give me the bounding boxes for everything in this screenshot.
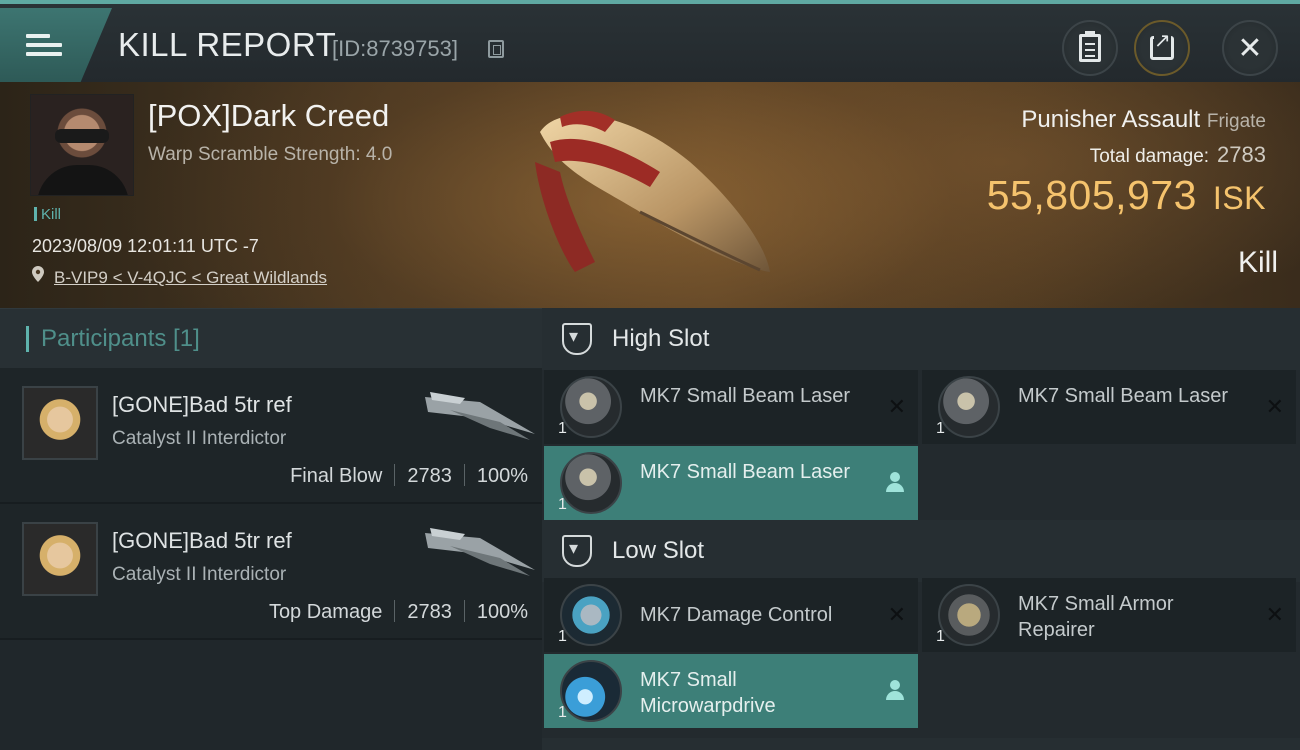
kill-tag: Kill [34, 206, 61, 223]
total-damage-label: Total damage: [1089, 146, 1210, 167]
participant-percent: 100% [476, 465, 528, 487]
victim-banner: [POX]Dark Creed Warp Scramble Strength: … [0, 82, 1300, 308]
menu-button[interactable] [0, 8, 112, 82]
isk-amount: 55,805,973 [986, 172, 1197, 218]
location-pin-icon [32, 266, 44, 282]
report-id: [ID:8739753] [332, 36, 458, 61]
participant-damage: 2783 [407, 601, 452, 623]
beam-laser-icon [560, 452, 622, 514]
share-icon [1150, 31, 1174, 60]
participant-row[interactable]: [GONE]Bad 5tr ref Catalyst II Interdicto… [0, 368, 542, 504]
mid-slot-header-partial [542, 738, 1300, 750]
participant-stats: Top Damage 2783 100% [269, 600, 528, 624]
fitting-panel: High Slot 1 MK7 Small Beam Laser ✕ 1 MK7… [542, 308, 1300, 750]
high-slot-header: High Slot [542, 308, 1300, 370]
victim-ship-image[interactable] [520, 92, 780, 292]
isk-value: 55,805,973 ISK [987, 172, 1266, 219]
destroyed-icon: ✕ [1265, 602, 1284, 627]
close-icon: ✕ [1237, 31, 1263, 65]
close-button[interactable]: ✕ [1222, 20, 1278, 76]
damage-control-icon [560, 584, 622, 646]
victim-name[interactable]: [POX]Dark Creed [148, 98, 389, 134]
participant-stats: Final Blow 2783 100% [290, 464, 528, 488]
participant-name: [GONE]Bad 5tr ref [112, 528, 292, 553]
isk-unit: ISK [1212, 180, 1266, 216]
ship-name: Punisher Assault [1021, 106, 1201, 133]
module-name: MK7 Small Beam Laser [640, 461, 851, 483]
module-item[interactable]: 1 MK7 Small Beam Laser ✕ [922, 370, 1296, 444]
dropped-person-icon [886, 472, 904, 492]
total-damage-value: 2783 [1217, 142, 1266, 167]
destroyed-icon: ✕ [887, 394, 906, 419]
participant-ship: Catalyst II Interdictor [112, 564, 287, 585]
beam-laser-icon [560, 376, 622, 438]
dropped-person-icon [886, 680, 904, 700]
participant-damage: 2783 [407, 465, 452, 487]
low-slot-icon [562, 535, 592, 567]
module-name: MK7 Damage Control [640, 604, 833, 626]
participant-role: Final Blow [290, 465, 383, 487]
clipboard-icon [1079, 31, 1101, 62]
module-name: MK7 Small Armor Repairer [1018, 593, 1174, 641]
participant-ship-image[interactable] [420, 382, 538, 442]
participant-portrait[interactable] [22, 522, 98, 596]
armor-repairer-icon [938, 584, 1000, 646]
module-item[interactable]: 1 MK7 Small Microwarpdrive [544, 654, 918, 728]
high-slot-label: High Slot [612, 325, 710, 352]
module-quantity: 1 [558, 496, 567, 513]
destroyed-icon: ✕ [887, 602, 906, 627]
warp-scramble-strength: Warp Scramble Strength: 4.0 [148, 144, 393, 165]
module-name: MK7 Small Beam Laser [1018, 385, 1229, 407]
module-name: MK7 Small Beam Laser [640, 385, 851, 407]
participant-percent: 100% [476, 601, 528, 623]
module-item[interactable]: 1 MK7 Small Beam Laser [544, 446, 918, 520]
hamburger-icon [26, 29, 62, 61]
microwarpdrive-icon [560, 660, 622, 722]
module-quantity: 1 [936, 420, 945, 437]
beam-laser-icon [938, 376, 1000, 438]
total-damage: Total damage: 2783 [1090, 142, 1266, 168]
top-bar: KILL REPORT [ID:8739753] ✕ [0, 0, 1300, 82]
module-name: MK7 Small Microwarpdrive [640, 669, 776, 717]
kill-datetime: 2023/08/09 12:01:11 UTC -7 [32, 236, 259, 256]
share-button[interactable] [1134, 20, 1190, 76]
participants-header: Participants [1] [0, 308, 542, 368]
ship-class: Frigate [1206, 111, 1266, 132]
participants-panel: Participants [1] [GONE]Bad 5tr ref Catal… [0, 308, 542, 750]
participant-portrait[interactable] [22, 386, 98, 460]
module-quantity: 1 [558, 704, 567, 721]
participant-ship-image[interactable] [420, 518, 538, 578]
module-quantity: 1 [558, 420, 567, 437]
module-item[interactable]: 1 MK7 Damage Control ✕ [544, 578, 918, 652]
location-link[interactable]: B-VIP9 < V-4QJC < Great Wildlands [54, 268, 327, 288]
clipboard-button[interactable] [1062, 20, 1118, 76]
participant-name: [GONE]Bad 5tr ref [112, 392, 292, 417]
low-slot-label: Low Slot [612, 537, 705, 564]
copy-icon[interactable] [488, 40, 504, 58]
victim-portrait[interactable] [30, 94, 134, 196]
module-quantity: 1 [558, 628, 567, 645]
participant-row[interactable]: [GONE]Bad 5tr ref Catalyst II Interdicto… [0, 504, 542, 640]
module-quantity: 1 [936, 628, 945, 645]
module-item[interactable]: 1 MK7 Small Armor Repairer ✕ [922, 578, 1296, 652]
destroyed-icon: ✕ [1265, 394, 1284, 419]
low-slot-header: Low Slot [542, 520, 1300, 582]
page-title: KILL REPORT [118, 26, 337, 63]
participant-role: Top Damage [268, 601, 383, 623]
high-slot-icon [562, 323, 592, 355]
participant-ship: Catalyst II Interdictor [112, 428, 287, 449]
kill-result: Kill [1237, 246, 1278, 279]
victim-ship-name[interactable]: Punisher Assault Frigate [1021, 106, 1266, 134]
module-item[interactable]: 1 MK7 Small Beam Laser ✕ [544, 370, 918, 444]
